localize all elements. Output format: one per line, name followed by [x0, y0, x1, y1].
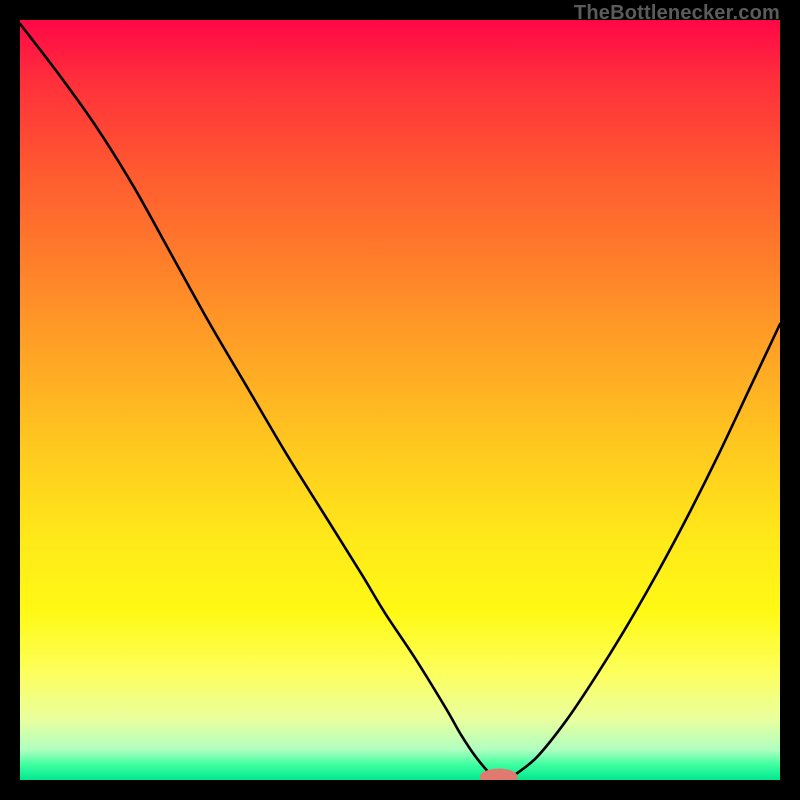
bottleneck-curve	[20, 20, 780, 780]
curve-path	[20, 24, 780, 777]
chart-frame: TheBottlenecker.com	[0, 0, 800, 800]
source-attribution: TheBottlenecker.com	[574, 2, 780, 25]
plot-area	[20, 20, 780, 780]
